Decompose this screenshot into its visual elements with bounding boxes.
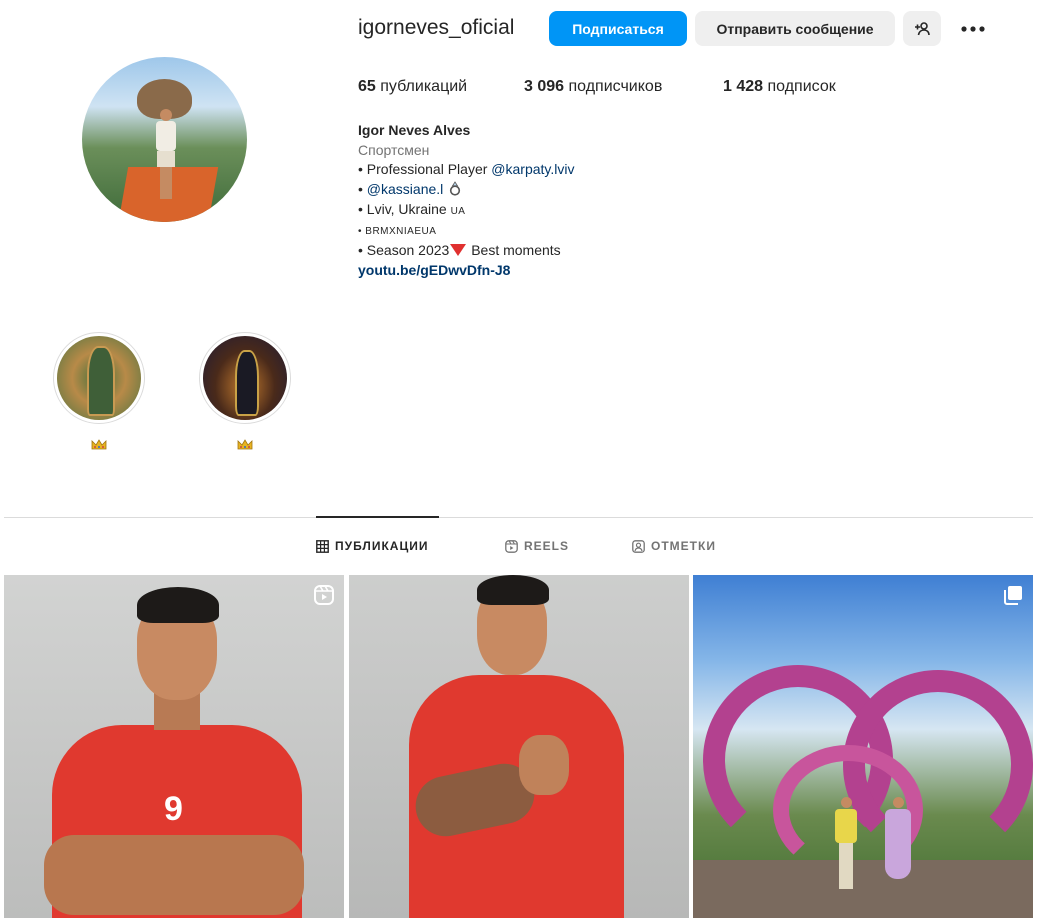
tab-posts[interactable]: ПУБЛИКАЦИИ [316,539,428,553]
tagged-icon [632,539,645,553]
highlight-label [53,438,145,453]
posts-count: 65 публикаций [358,78,468,95]
reel-badge-icon [314,585,334,605]
partner-mention-link[interactable]: @kassiane.l [367,181,443,197]
post-tile[interactable] [349,575,689,918]
suggested-users-button[interactable] [903,11,941,46]
category-label: Спортсмен [358,141,430,158]
reels-icon [505,539,518,553]
post-tile[interactable]: 9 [4,575,344,918]
bio-line-5: • Season 2023 Best moments [358,242,561,259]
bio-line-1: • Professional Player @karpaty.lviv [358,161,575,178]
story-highlight[interactable] [53,332,145,453]
profile-page: igorneves_oficial Подписаться Отправить … [0,0,1037,918]
club-mention-link[interactable]: @karpaty.lviv [491,161,574,177]
highlight-label [199,438,291,453]
ua-flag: UA [450,205,466,217]
grid-icon [316,539,329,553]
post-tile[interactable] [693,575,1033,918]
highlight-cover [199,332,291,424]
bio-line-2: • @kassiane.l [358,180,575,200]
jersey-number: 9 [164,790,183,828]
follow-button[interactable]: Подписаться [549,11,687,46]
avatar-person [154,109,178,204]
red-triangle-icon [450,244,467,257]
highlight-cover [53,332,145,424]
followers-link[interactable]: 3 096 подписчиков [524,78,662,96]
story-highlight[interactable] [199,332,291,453]
following-link[interactable]: 1 428 подписок [723,78,836,96]
profile-username: igorneves_oficial [358,16,515,39]
more-options-button[interactable] [955,11,991,46]
tabs-divider [4,517,1033,518]
bio-line-3: • Lviv, Ukraine UA [358,200,466,217]
carousel-badge-icon [1004,586,1022,605]
send-message-button[interactable]: Отправить сообщение [695,11,895,46]
add-user-icon [915,21,930,35]
more-dots-icon [961,25,985,32]
crown-icon [91,438,107,450]
crown-icon [237,438,253,450]
tab-reels[interactable]: REELS [505,539,569,553]
profile-bio: Igor Neves Alves Спортсмен • Professiona… [358,121,575,281]
ring-icon [450,181,461,196]
active-tab-indicator [316,516,439,518]
tab-tagged[interactable]: ОТМЕТКИ [632,539,716,553]
profile-avatar[interactable] [82,57,247,222]
bio-external-link[interactable]: youtu.be/gEDwvDfn-J8 [358,261,575,281]
full-name: Igor Neves Alves [358,122,471,138]
bio-line-4: • BRMXNIAEUA [358,225,437,237]
